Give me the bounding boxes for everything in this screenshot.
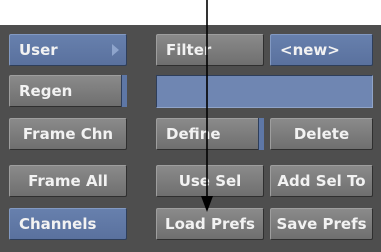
arrow-down-icon — [201, 0, 213, 212]
